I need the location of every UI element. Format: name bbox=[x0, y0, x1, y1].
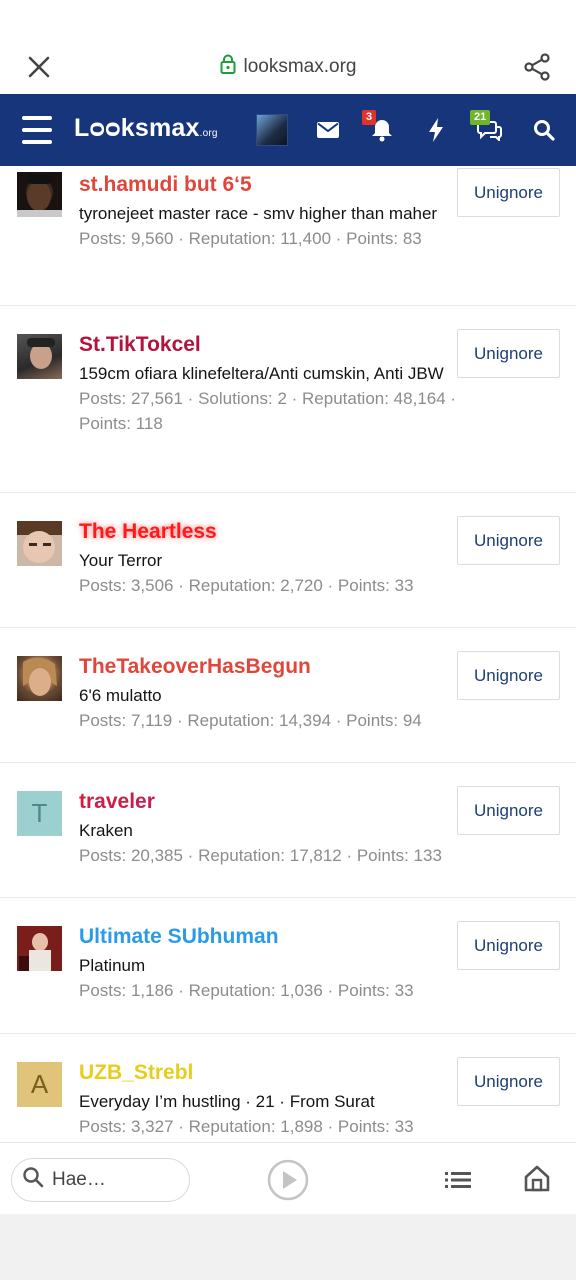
bottom-toolbar: Hae… bbox=[0, 1142, 576, 1214]
address-bar[interactable]: looksmax.org bbox=[0, 54, 576, 80]
list-icon[interactable] bbox=[443, 1165, 473, 1195]
share-icon[interactable] bbox=[520, 50, 554, 84]
browser-toolbar: looksmax.org bbox=[0, 0, 576, 94]
member-name[interactable]: st.hamudi but 6‘5 bbox=[79, 172, 476, 198]
search-input[interactable]: Hae… bbox=[11, 1158, 190, 1202]
lightning-icon[interactable] bbox=[420, 114, 452, 146]
member-stats: Posts: 3,506 · Reputation: 2,720 · Point… bbox=[79, 576, 414, 595]
member-row: St.TikTokcel 159cm ofiara klinefeltera/A… bbox=[0, 306, 576, 493]
unignore-button[interactable]: Unignore bbox=[457, 516, 560, 565]
site-logo[interactable]: Lᴑᴑksmax.org bbox=[74, 114, 218, 143]
member-name[interactable]: traveler bbox=[79, 789, 476, 815]
unignore-button[interactable]: Unignore bbox=[457, 921, 560, 970]
member-avatar[interactable] bbox=[17, 172, 62, 217]
member-name[interactable]: Ultimate SUbhuman bbox=[79, 924, 476, 950]
unignore-button[interactable]: Unignore bbox=[457, 651, 560, 700]
unignore-button[interactable]: Unignore bbox=[457, 786, 560, 835]
member-name[interactable]: The Heartless bbox=[79, 519, 476, 545]
search-icon[interactable] bbox=[528, 114, 560, 146]
bell-icon[interactable]: 3 bbox=[362, 110, 398, 146]
home-icon[interactable] bbox=[522, 1163, 552, 1193]
member-avatar[interactable] bbox=[17, 521, 62, 566]
member-stats: Posts: 1,186 · Reputation: 1,036 · Point… bbox=[79, 981, 414, 1000]
search-placeholder: Hae… bbox=[52, 1169, 106, 1190]
member-avatar[interactable] bbox=[17, 926, 62, 971]
member-row: st.hamudi but 6‘5 tyronejeet master race… bbox=[0, 166, 576, 306]
site-header: Lᴑᴑksmax.org 3 21 bbox=[0, 94, 576, 166]
member-title: Kraken bbox=[79, 821, 133, 840]
inbox-icon[interactable] bbox=[312, 114, 344, 146]
menu-icon[interactable] bbox=[22, 116, 52, 144]
member-title: Platinum bbox=[79, 956, 146, 975]
system-nav-area bbox=[0, 1214, 576, 1280]
member-row: TheTakeoverHasBegun 6'6 mulatto Posts: 7… bbox=[0, 628, 576, 763]
member-avatar[interactable] bbox=[17, 656, 62, 701]
member-stats: Posts: 27,561 · Solutions: 2 · Reputatio… bbox=[79, 389, 457, 433]
member-title: tyronejeet master race - smv higher than… bbox=[79, 204, 438, 223]
lock-icon bbox=[220, 54, 236, 80]
unignore-button[interactable]: Unignore bbox=[457, 168, 560, 217]
member-row: The Heartless Your Terror Posts: 3,506 ·… bbox=[0, 493, 576, 628]
member-name[interactable]: TheTakeoverHasBegun bbox=[79, 654, 476, 680]
member-name[interactable]: UZB_Strebl bbox=[79, 1060, 476, 1086]
member-row: T traveler Kraken Posts: 20,385 · Reputa… bbox=[0, 763, 576, 898]
url-text: looksmax.org bbox=[243, 56, 357, 77]
unignore-button[interactable]: Unignore bbox=[457, 329, 560, 378]
member-name[interactable]: St.TikTokcel bbox=[79, 332, 476, 358]
member-stats: Posts: 9,560 · Reputation: 11,400 · Poin… bbox=[79, 229, 422, 248]
member-row: Ultimate SUbhuman Platinum Posts: 1,186 … bbox=[0, 898, 576, 1034]
member-row: A UZB_Strebl Everyday I’m hustling · 21 … bbox=[0, 1034, 576, 1142]
conversations-icon[interactable]: 21 bbox=[470, 110, 506, 146]
member-avatar[interactable] bbox=[17, 334, 62, 379]
unignore-button[interactable]: Unignore bbox=[457, 1057, 560, 1106]
ignored-members-list: st.hamudi but 6‘5 tyronejeet master race… bbox=[0, 166, 576, 1142]
play-icon[interactable] bbox=[267, 1159, 309, 1201]
member-title: Your Terror bbox=[79, 551, 163, 570]
search-icon bbox=[22, 1166, 44, 1194]
member-avatar[interactable]: T bbox=[17, 791, 62, 836]
member-stats: Posts: 7,119 · Reputation: 14,394 · Poin… bbox=[79, 711, 422, 730]
member-title: Everyday I’m hustling · 21 · From Surat bbox=[79, 1092, 375, 1111]
user-avatar[interactable] bbox=[256, 114, 288, 146]
member-avatar[interactable]: A bbox=[17, 1062, 62, 1107]
member-title: 159cm ofiara klinefeltera/Anti cumskin, … bbox=[79, 364, 444, 383]
conversations-badge: 21 bbox=[470, 110, 491, 125]
member-stats: Posts: 3,327 · Reputation: 1,898 · Point… bbox=[79, 1117, 414, 1136]
member-stats: Posts: 20,385 · Reputation: 17,812 · Poi… bbox=[79, 846, 442, 865]
member-title: 6'6 mulatto bbox=[79, 686, 162, 705]
notifications-badge: 3 bbox=[362, 110, 377, 125]
